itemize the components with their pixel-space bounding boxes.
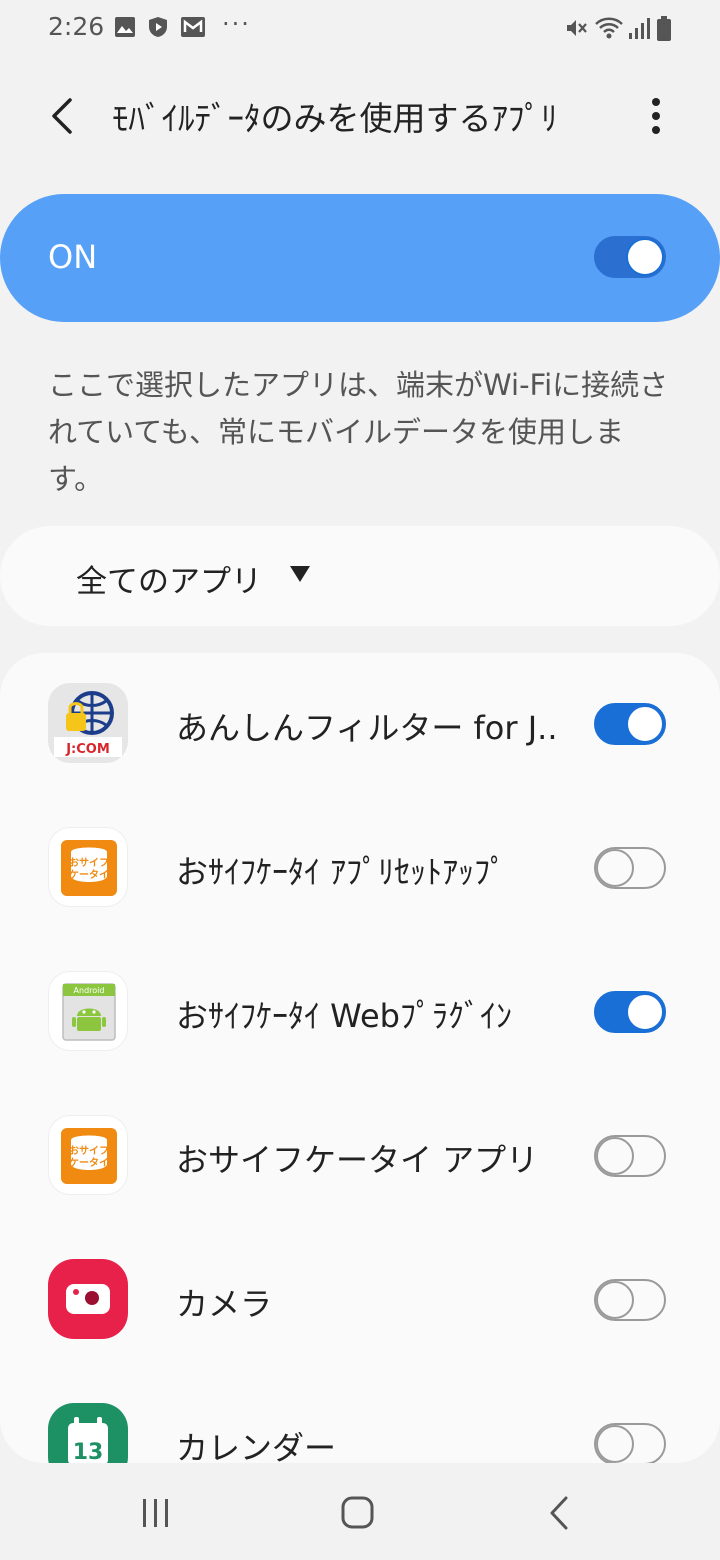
dropdown-triangle-icon xyxy=(290,566,310,582)
toggle-knob xyxy=(596,1425,634,1463)
page-title: ﾓﾊﾞｲﾙﾃﾞｰﾀのみを使用するｱﾌﾟﾘ xyxy=(112,99,558,138)
home-icon xyxy=(341,1496,374,1529)
app-label: おｻｲﾌｹｰﾀｲ ｱﾌﾟﾘｾｯﾄｱｯﾌﾟ xyxy=(176,853,507,891)
list-item[interactable]: 13 カレンダー xyxy=(0,1373,720,1463)
back-arrow-icon xyxy=(52,98,72,134)
list-item[interactable]: おサイフ ケータイ おサイフケータイ アプリ xyxy=(0,1085,720,1229)
mute-icon xyxy=(567,20,587,36)
header: ﾓﾊﾞｲﾙﾃﾞｰﾀのみを使用するｱﾌﾟﾘ xyxy=(0,70,720,160)
app-label: カメラ xyxy=(176,1285,273,1323)
wifi-icon xyxy=(595,17,623,39)
description-text: ここで選択したアプリは、端末がWi-Fiに接続されていても、常にモバイルデータを… xyxy=(48,368,669,496)
shield-icon xyxy=(149,17,167,37)
status-bar: 2:26 ··· xyxy=(0,0,720,60)
app-filter-dropdown[interactable]: 全てのアプリ xyxy=(0,526,720,626)
toggle-knob xyxy=(626,238,664,276)
app-toggle[interactable] xyxy=(594,703,666,745)
app-toggle[interactable] xyxy=(594,1423,666,1463)
app-toggle[interactable] xyxy=(594,1135,666,1177)
jcom-filter-icon: J:COM xyxy=(48,683,128,763)
svg-text:ケータイ: ケータイ xyxy=(69,869,109,881)
master-toggle[interactable] xyxy=(594,236,666,278)
battery-icon xyxy=(657,16,671,41)
recent-apps-icon xyxy=(143,1499,168,1527)
toggle-knob xyxy=(596,849,634,887)
android-plugin-icon: Android xyxy=(48,971,128,1051)
back-icon xyxy=(550,1496,568,1530)
nav-back-button[interactable] xyxy=(530,1485,590,1541)
mail-icon xyxy=(181,17,205,37)
svg-text:おサイフ: おサイフ xyxy=(69,1145,109,1157)
navigation-bar xyxy=(0,1463,720,1560)
list-item[interactable]: おサイフ ケータイ おｻｲﾌｹｰﾀｲ ｱﾌﾟﾘｾｯﾄｱｯﾌﾟ xyxy=(0,797,720,941)
list-item[interactable]: J:COM あんしんフィルター for J.. xyxy=(0,653,720,797)
app-toggle[interactable] xyxy=(594,847,666,889)
screen: 2:26 ··· ﾓﾊﾞｲﾙﾃﾞｰﾀのみを使用するｱﾌﾟﾘ ON ここで選択した… xyxy=(0,0,720,1560)
toggle-knob xyxy=(596,1137,634,1175)
back-button[interactable] xyxy=(36,88,92,144)
toggle-knob xyxy=(626,705,664,743)
calendar-icon: 13 xyxy=(48,1403,128,1463)
svg-text:13: 13 xyxy=(73,1440,104,1463)
list-item[interactable]: Android おｻｲﾌｹｰﾀｲ Webﾌﾟﾗｸﾞｲﾝ xyxy=(0,941,720,1085)
home-button[interactable] xyxy=(328,1485,388,1541)
osaifu-icon: おサイフ ケータイ xyxy=(48,827,128,907)
app-label: カレンダー xyxy=(176,1429,337,1463)
master-switch-label: ON xyxy=(48,238,98,276)
app-label: おサイフケータイ アプリ xyxy=(176,1141,539,1179)
list-item[interactable]: カメラ xyxy=(0,1229,720,1373)
filter-label: 全てのアプリ xyxy=(76,564,262,600)
osaifu-icon: おサイフ ケータイ xyxy=(48,1115,128,1195)
svg-text:Android: Android xyxy=(74,986,105,995)
status-time: 2:26 xyxy=(48,12,105,41)
app-label: あんしんフィルター for J.. xyxy=(176,709,558,747)
app-toggle[interactable] xyxy=(594,1279,666,1321)
svg-text:おサイフ: おサイフ xyxy=(69,857,109,869)
toggle-knob xyxy=(626,993,664,1031)
signal-icon xyxy=(629,18,650,39)
svg-text:J:COM: J:COM xyxy=(65,742,110,757)
svg-text:ケータイ: ケータイ xyxy=(69,1157,109,1169)
more-vert-icon xyxy=(652,98,660,134)
status-more-dots: ··· xyxy=(222,10,251,38)
image-icon xyxy=(115,17,135,37)
app-label: おｻｲﾌｹｰﾀｲ Webﾌﾟﾗｸﾞｲﾝ xyxy=(176,997,512,1035)
app-toggle[interactable] xyxy=(594,991,666,1033)
recent-apps-button[interactable] xyxy=(126,1485,186,1541)
camera-icon xyxy=(48,1259,128,1339)
toggle-knob xyxy=(596,1281,634,1319)
app-list: J:COM あんしんフィルター for J.. おサイフ ケータイ おｻｲﾌｹｰ… xyxy=(0,653,720,1463)
more-options-button[interactable] xyxy=(630,88,682,144)
